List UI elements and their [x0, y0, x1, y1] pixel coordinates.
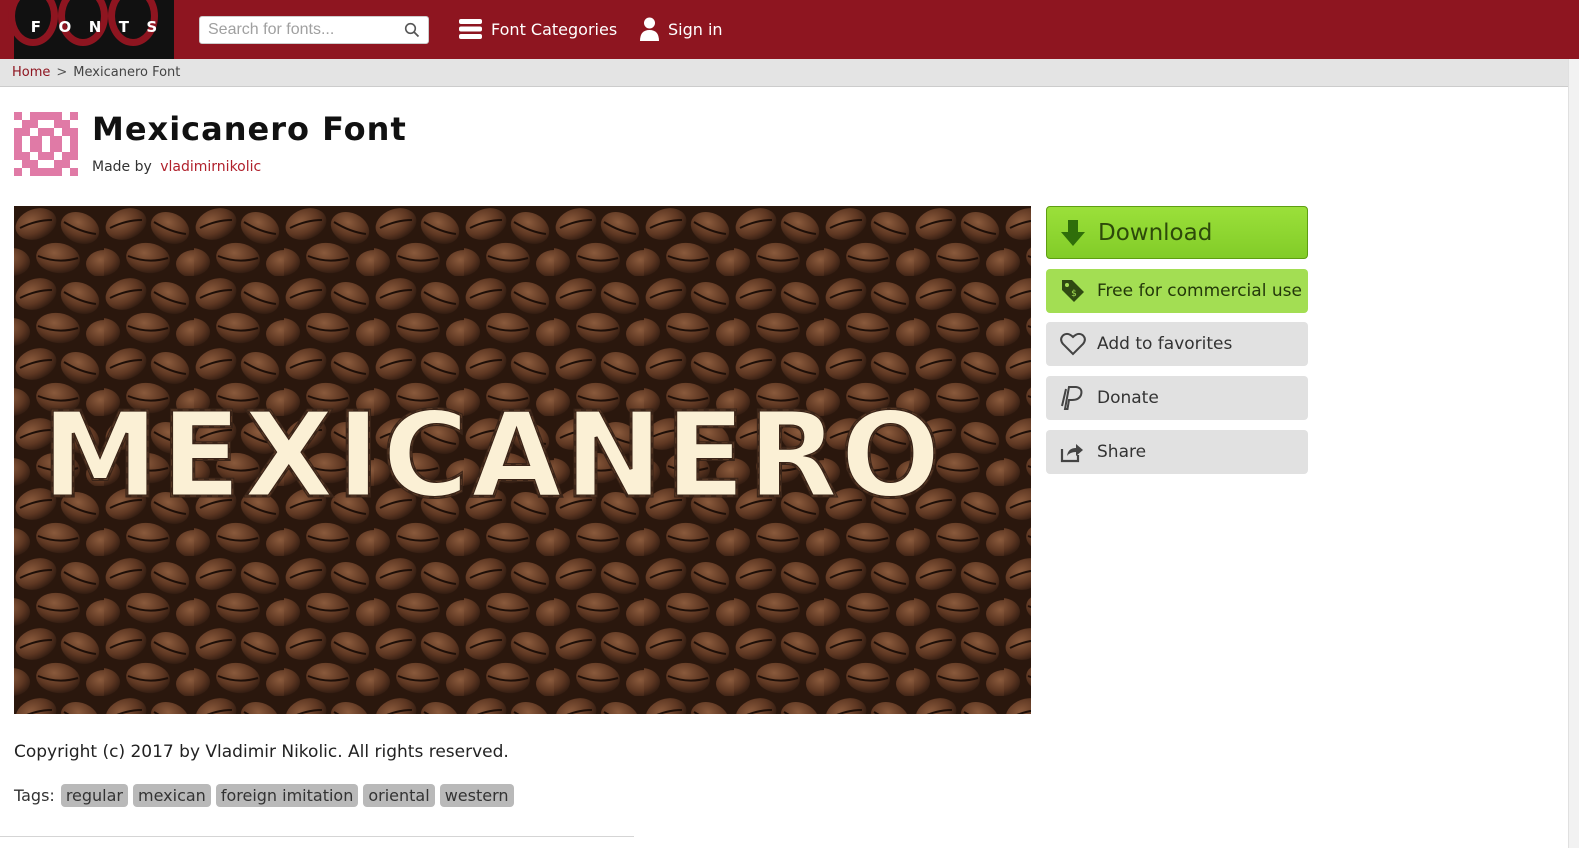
donate-button[interactable]: Donate [1046, 376, 1308, 420]
tag-regular[interactable]: regular [60, 784, 129, 807]
breadcrumb-separator: > [56, 65, 68, 80]
breadcrumb: Home > Mexicanero Font [0, 59, 1568, 87]
license-badge[interactable]: $ Free for commercial use [1046, 269, 1308, 313]
top-navigation-bar: F O N T S Font Categories Sign in [0, 0, 1579, 59]
search-input[interactable] [200, 17, 395, 43]
download-arrow-icon [1061, 219, 1085, 246]
tag-foreign-imitation[interactable]: foreign imitation [215, 784, 359, 807]
breadcrumb-current: Mexicanero Font [73, 65, 181, 80]
share-button[interactable]: Share [1046, 430, 1308, 474]
logo-letter: N [88, 18, 102, 36]
logo-letter: F [30, 18, 41, 36]
add-to-favorites-button[interactable]: Add to favorites [1046, 322, 1308, 366]
preview-text-pattern: MEXICANERO [41, 386, 942, 524]
heart-icon [1060, 332, 1086, 356]
section-divider [0, 836, 634, 837]
tags-label: Tags: [14, 786, 55, 805]
logo-letter: S [146, 18, 158, 36]
tag-mexican[interactable]: mexican [133, 784, 211, 807]
site-logo[interactable]: F O N T S [8, 0, 174, 59]
sign-in-label: Sign in [668, 19, 723, 39]
logo-letter: O [58, 18, 72, 36]
hamburger-icon [459, 19, 482, 39]
paypal-icon [1061, 386, 1083, 410]
tags-list: Tags: regular mexican foreign imitation … [14, 784, 519, 807]
logo-letter: T [118, 18, 129, 36]
made-by-line: Made by vladimirnikolic [92, 159, 261, 175]
tag-oriental[interactable]: oriental [363, 784, 435, 807]
logo-letters: F O N T S [14, 18, 174, 36]
search-box [199, 16, 429, 44]
copyright-text: Copyright (c) 2017 by Vladimir Nikolic. … [14, 742, 509, 762]
scrollbar[interactable] [1568, 59, 1579, 848]
share-icon [1060, 444, 1083, 463]
sign-in-link[interactable]: Sign in [640, 15, 723, 43]
font-categories-label: Font Categories [491, 19, 618, 39]
font-title: Mexicanero Font [92, 110, 407, 148]
price-tag-icon: $ [1062, 280, 1084, 302]
search-icon[interactable] [404, 22, 420, 38]
svg-text:$: $ [1071, 289, 1077, 299]
breadcrumb-home-link[interactable]: Home [12, 65, 50, 80]
license-label: Free for commercial use [1097, 281, 1302, 301]
font-categories-menu[interactable]: Font Categories [459, 15, 617, 43]
download-button[interactable]: Download [1046, 206, 1308, 259]
author-link[interactable]: vladimirnikolic [160, 159, 261, 175]
tag-western[interactable]: western [439, 784, 514, 807]
download-label: Download [1098, 219, 1213, 246]
preview-canvas: MEXICANERO MEXICANERO [14, 206, 1031, 714]
donate-label: Donate [1097, 388, 1159, 408]
author-avatar[interactable] [14, 112, 78, 176]
made-by-label: Made by [92, 159, 152, 175]
favorites-label: Add to favorites [1097, 334, 1233, 354]
share-label: Share [1097, 442, 1147, 462]
font-preview-image: MEXICANERO MEXICANERO [14, 206, 1031, 714]
user-icon [640, 17, 659, 41]
